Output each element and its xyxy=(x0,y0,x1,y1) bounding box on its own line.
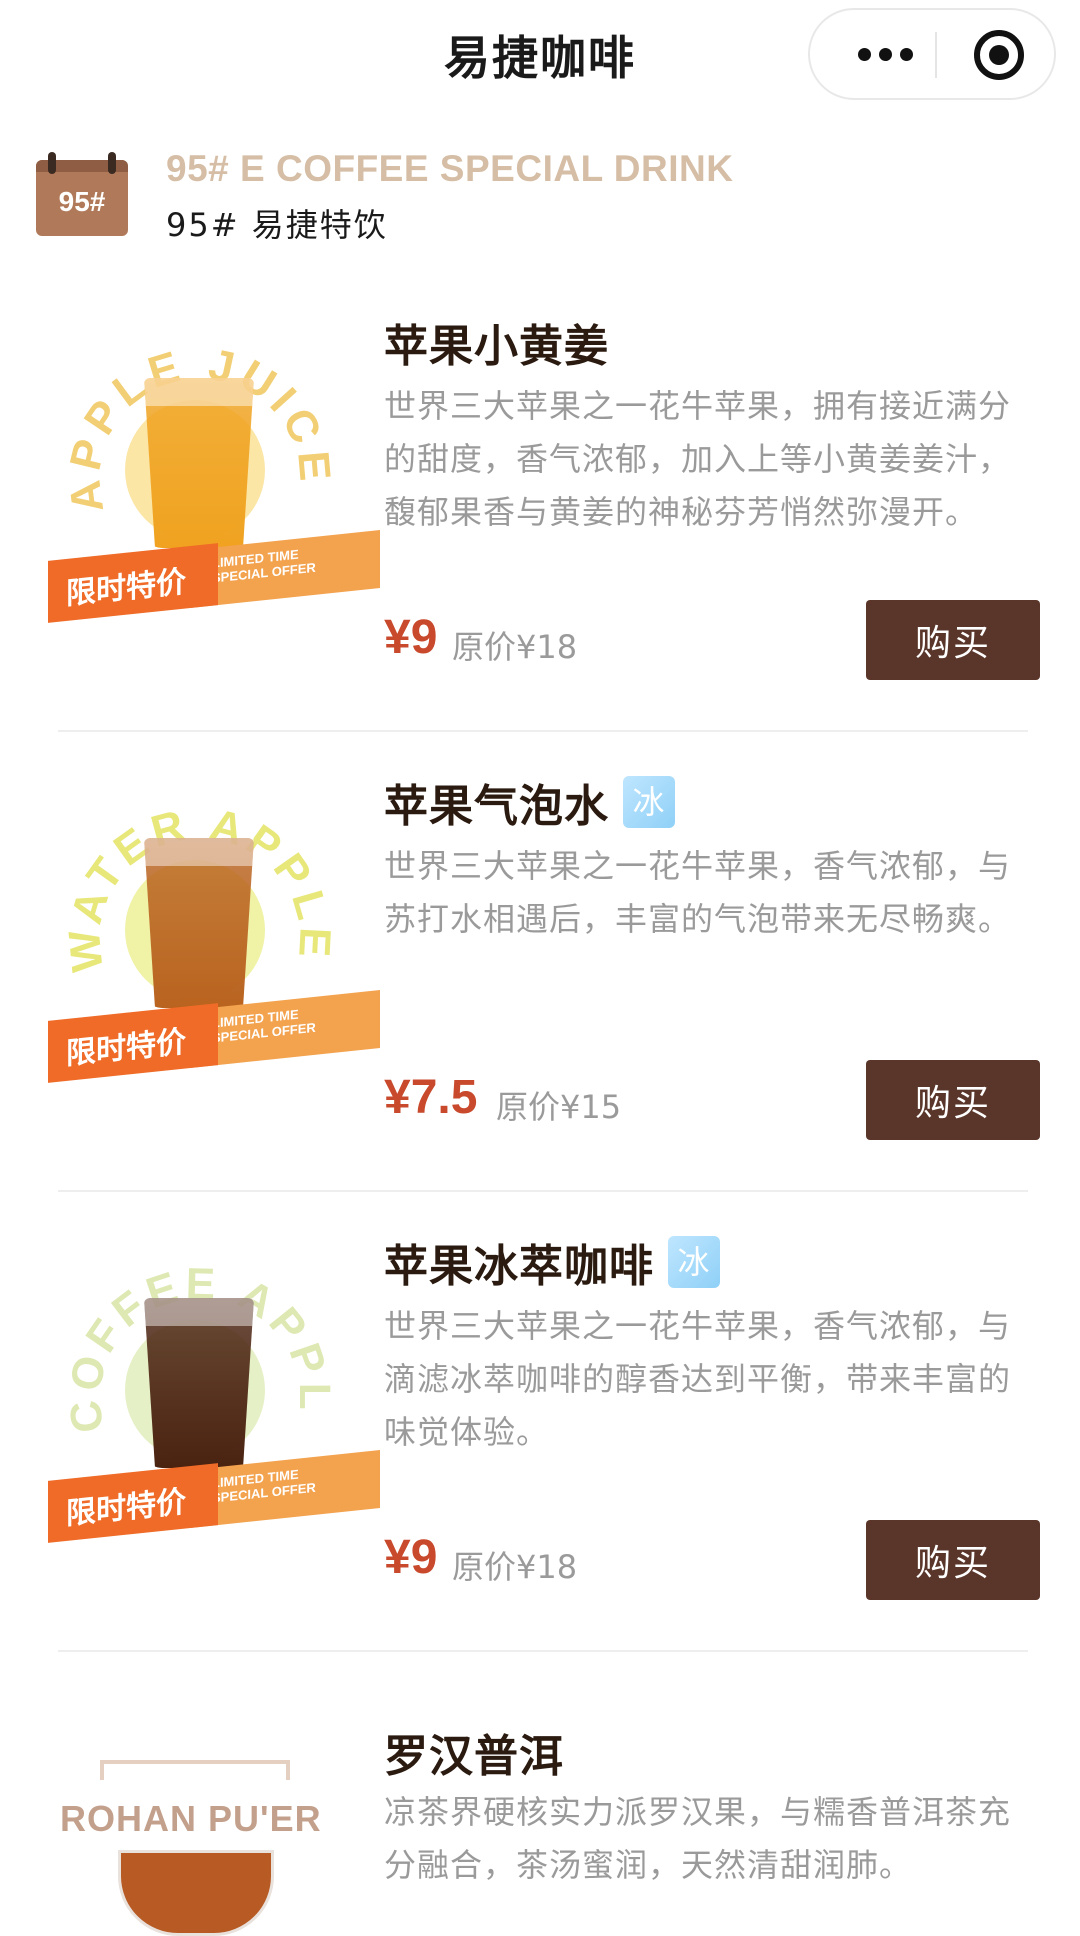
product-name: 苹果气泡水冰 xyxy=(384,770,675,834)
section-title-en: 95# E COFFEE SPECIAL DRINK xyxy=(166,148,734,189)
close-target-icon[interactable] xyxy=(974,30,1024,80)
section-title-cn: 95# 易捷特饮 xyxy=(166,206,388,244)
product-card[interactable]: WATER APPLE SP LIMITED TIMESPECIAL OFFER… xyxy=(0,730,1080,1192)
drink-glass xyxy=(144,838,254,1008)
product-desc: 世界三大苹果之一花牛苹果，香气浓郁，与苏打水相遇后，丰富的气泡带来无尽畅爽。 xyxy=(384,847,1012,938)
product-desc: 世界三大苹果之一花牛苹果，拥有接近满分的甜度，香气浓郁，加入上等小黄姜姜汁，馥郁… xyxy=(384,387,1012,531)
buy-button[interactable]: 购买 xyxy=(866,600,1040,680)
product-image: APPLE JUICE LIMITED TIME SPECIAL OFFER 限时… xyxy=(40,330,380,630)
drink-glass xyxy=(144,1298,254,1468)
calendar-icon: 95# xyxy=(36,152,128,236)
product-logo-text: ROHAN PU'ER xyxy=(60,1798,322,1839)
product-image: WATER APPLE SP LIMITED TIMESPECIAL OFFER… xyxy=(40,790,380,1090)
product-name: 苹果小黄姜 xyxy=(384,321,609,372)
buy-button[interactable]: 购买 xyxy=(866,1520,1040,1600)
product-card[interactable]: APPLE JUICE LIMITED TIME SPECIAL OFFER 限时… xyxy=(0,270,1080,732)
drink-glass xyxy=(144,378,254,548)
product-image: COFFEE APPLE CO LIMITED TIMESPECIAL OFFE… xyxy=(40,1250,380,1550)
mini-program-capsule xyxy=(808,8,1056,100)
calendar-icon-label: 95# xyxy=(58,186,106,217)
ice-tag: 冰 xyxy=(668,1236,720,1288)
product-price: ¥9 xyxy=(384,1531,438,1584)
product-name: 苹果冰萃咖啡冰 xyxy=(384,1230,720,1294)
original-price: 原价¥18 xyxy=(452,1548,578,1586)
nav-bar: 易捷咖啡 xyxy=(0,0,1080,110)
buy-button[interactable]: 购买 xyxy=(866,1060,1040,1140)
capsule-divider xyxy=(935,32,937,78)
more-icon[interactable] xyxy=(840,32,930,76)
product-desc: 凉茶界硬核实力派罗汉果，与糯香普洱茶充分融合，茶汤蜜润，天然清甜润肺。 xyxy=(384,1793,1012,1884)
divider xyxy=(58,1650,1028,1652)
product-card[interactable]: COFFEE APPLE CO LIMITED TIMESPECIAL OFFE… xyxy=(0,1190,1080,1652)
ice-tag: 冰 xyxy=(623,776,675,828)
original-price: 原价¥18 xyxy=(452,628,578,666)
product-price: ¥7.5 xyxy=(384,1071,478,1124)
product-name: 罗汉普洱 xyxy=(384,1731,564,1782)
teacup xyxy=(118,1850,274,1936)
product-image: ROHAN PU'ER xyxy=(40,1750,350,1936)
product-desc: 世界三大苹果之一花牛苹果，香气浓郁，与滴滤冰萃咖啡的醇香达到平衡，带来丰富的味觉… xyxy=(384,1307,1012,1451)
product-price: ¥9 xyxy=(384,611,438,664)
original-price: 原价¥15 xyxy=(496,1088,622,1126)
